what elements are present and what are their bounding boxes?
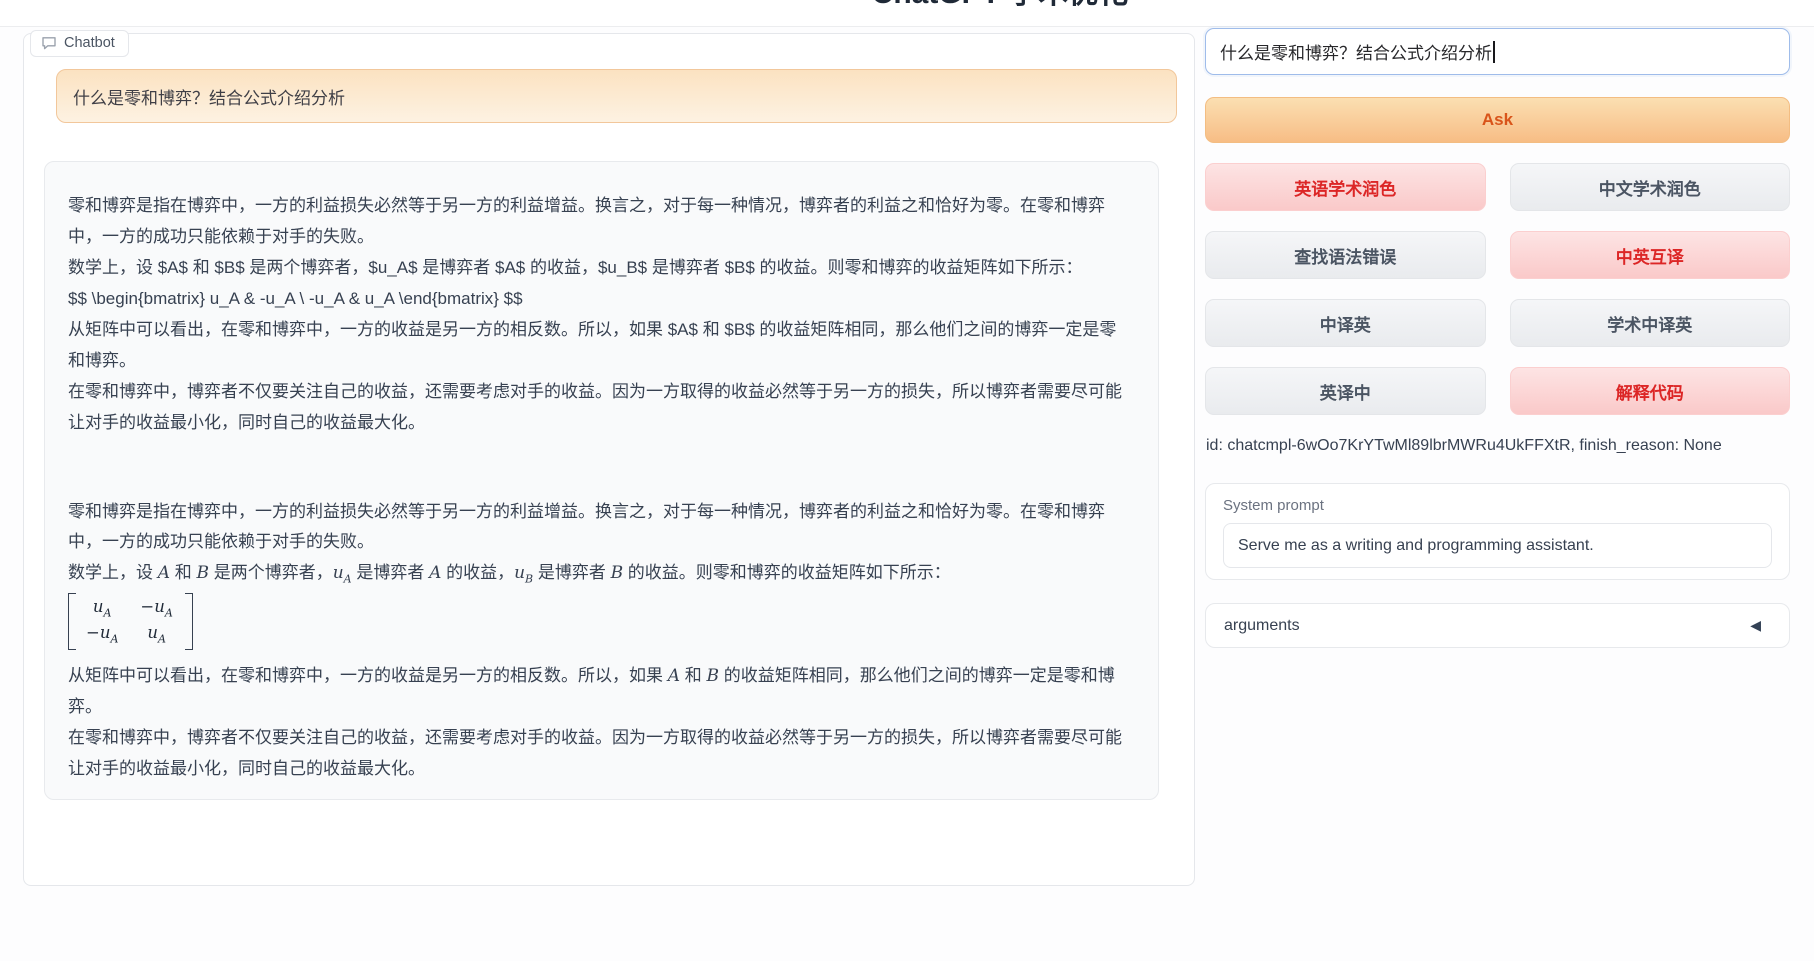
bot-raw-paragraph: 从矩阵中可以看出，在零和博弈中，一方的收益是另一方的相反数。所以，如果 $A$ … [68,315,1132,377]
accordion-collapse-icon[interactable]: ◀ [1750,617,1761,634]
function-button-2[interactable]: 中文学术润色 [1510,163,1791,211]
bot-rendered-math-paragraph: 数学上，设 A 和 B 是两个博弈者，uA 是博弈者 A 的收益，uB 是博弈者… [68,558,1132,589]
question-input-value: 什么是零和博弈？结合公式介绍分析 [1220,39,1492,64]
paragraph-gap [68,439,1132,497]
bot-raw-latex: $$ \begin{bmatrix} u_A & -u_A \ -u_A & u… [68,284,1132,315]
system-prompt-group: System prompt Serve me as a writing and … [1205,483,1790,580]
matrix-left-bracket [68,593,76,650]
matrix-cell: −uA [140,595,172,621]
chatbot-panel: Chatbot 什么是零和博弈？结合公式介绍分析 零和博弈是指在博弈中，一方的利… [23,33,1195,886]
page-title: ChatGPT 学术优化 [0,0,1814,13]
payoff-matrix: uA−uA−uAuA [68,593,193,650]
matrix-cells: uA−uA−uAuA [76,593,185,650]
matrix-right-bracket [185,593,193,650]
system-prompt-label: System prompt [1223,497,1772,514]
question-input[interactable]: 什么是零和博弈？结合公式介绍分析 [1205,28,1790,75]
arguments-accordion-label: arguments [1224,617,1300,635]
bot-rendered-math-paragraph: 从矩阵中可以看出，在零和博弈中，一方的收益是另一方的相反数。所以，如果 A 和 … [68,661,1132,723]
function-button-grid: 英语学术润色中文学术润色查找语法错误中英互译中译英学术中译英英译中解释代码 [1205,163,1790,415]
chatbot-label-text: Chatbot [64,35,115,51]
function-button-3[interactable]: 查找语法错误 [1205,231,1486,279]
bot-rendered-paragraph: 零和博弈是指在博弈中，一方的利益损失必然等于另一方的利益增益。换言之，对于每一种… [68,497,1132,559]
status-text: id: chatcmpl-6wOo7KrYTwMl89lbrMWRu4UkFFX… [1206,437,1791,455]
function-button-5[interactable]: 中译英 [1205,299,1486,347]
function-button-6[interactable]: 学术中译英 [1510,299,1791,347]
function-button-4[interactable]: 中英互译 [1510,231,1791,279]
bot-raw-paragraph: 数学上，设 $A$ 和 $B$ 是两个博弈者，$u_A$ 是博弈者 $A$ 的收… [68,253,1132,284]
bot-raw-paragraph: 在零和博弈中，博弈者不仅要关注自己的收益，还需要考虑对手的收益。因为一方取得的收… [68,377,1132,439]
function-button-8[interactable]: 解释代码 [1510,367,1791,415]
chat-bubble-icon [41,35,57,51]
matrix-cell: uA [86,595,118,621]
matrix-cell: −uA [86,621,118,647]
ask-button[interactable]: Ask [1205,97,1790,143]
bot-raw-paragraph: 零和博弈是指在博弈中，一方的利益损失必然等于另一方的利益增益。换言之，对于每一种… [68,191,1132,253]
bot-message: 零和博弈是指在博弈中，一方的利益损失必然等于另一方的利益增益。换言之，对于每一种… [44,161,1159,800]
user-message: 什么是零和博弈？结合公式介绍分析 [56,69,1177,123]
system-prompt-input[interactable]: Serve me as a writing and programming as… [1223,523,1772,568]
chatbot-label: Chatbot [30,30,129,57]
function-button-7[interactable]: 英译中 [1205,367,1486,415]
text-caret [1493,41,1495,63]
arguments-accordion[interactable]: arguments ◀ [1205,603,1790,648]
app-header: ChatGPT 学术优化 [0,0,1814,27]
matrix-cell: uA [140,621,172,647]
function-button-1[interactable]: 英语学术润色 [1205,163,1486,211]
bot-rendered-paragraph: 在零和博弈中，博弈者不仅要关注自己的收益，还需要考虑对手的收益。因为一方取得的收… [68,723,1132,785]
